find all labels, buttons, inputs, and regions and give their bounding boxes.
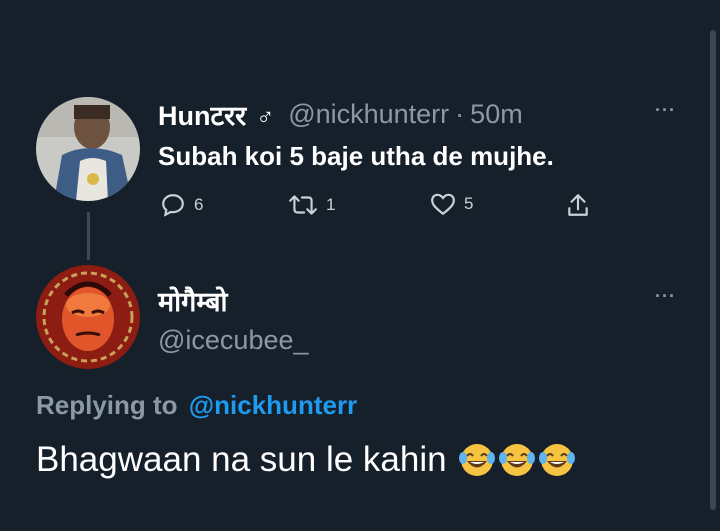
replying-to-label: Replying to	[36, 390, 178, 420]
like-count: 5	[464, 194, 474, 213]
parent-display-name[interactable]: Hunटरर	[158, 96, 246, 133]
reply-avatar[interactable]	[36, 265, 140, 369]
reply-button[interactable]: 6	[160, 192, 203, 218]
parent-more-options-icon[interactable]: ···	[655, 100, 676, 121]
retweet-icon	[289, 195, 317, 215]
reply-count: 6	[194, 195, 204, 214]
replying-to-handle[interactable]: @nickhunterr	[189, 390, 357, 420]
laughing-emoji-3	[538, 444, 575, 476]
reply-tweet-text: Bhagwaan na sun le kahin	[36, 440, 447, 479]
male-sign-icon: ♂	[256, 103, 275, 131]
reply-more-options-icon[interactable]: ···	[655, 286, 676, 307]
like-button[interactable]: 5	[430, 192, 473, 216]
laughing-emoji-1	[458, 444, 495, 476]
thread-connector	[87, 212, 90, 260]
reply-handle[interactable]: @icecubee_	[158, 325, 309, 356]
retweet-count: 1	[326, 195, 336, 214]
separator-dot: ·	[455, 99, 465, 129]
parent-tweet-text: Subah koi 5 baje utha de mujhe.	[158, 141, 554, 171]
like-icon	[431, 193, 455, 216]
retweet-button[interactable]: 1	[288, 192, 335, 218]
scrollbar[interactable]	[710, 30, 716, 510]
reply-icon	[162, 194, 184, 217]
share-button[interactable]	[566, 192, 590, 218]
reply-display-name[interactable]: मोगैम्बो	[158, 282, 228, 319]
share-icon	[568, 194, 588, 216]
laughing-emoji-2	[498, 444, 535, 476]
parent-timestamp[interactable]: 50m	[470, 99, 523, 130]
parent-handle[interactable]: @nickhunterr	[288, 99, 449, 130]
parent-avatar[interactable]	[36, 97, 140, 201]
